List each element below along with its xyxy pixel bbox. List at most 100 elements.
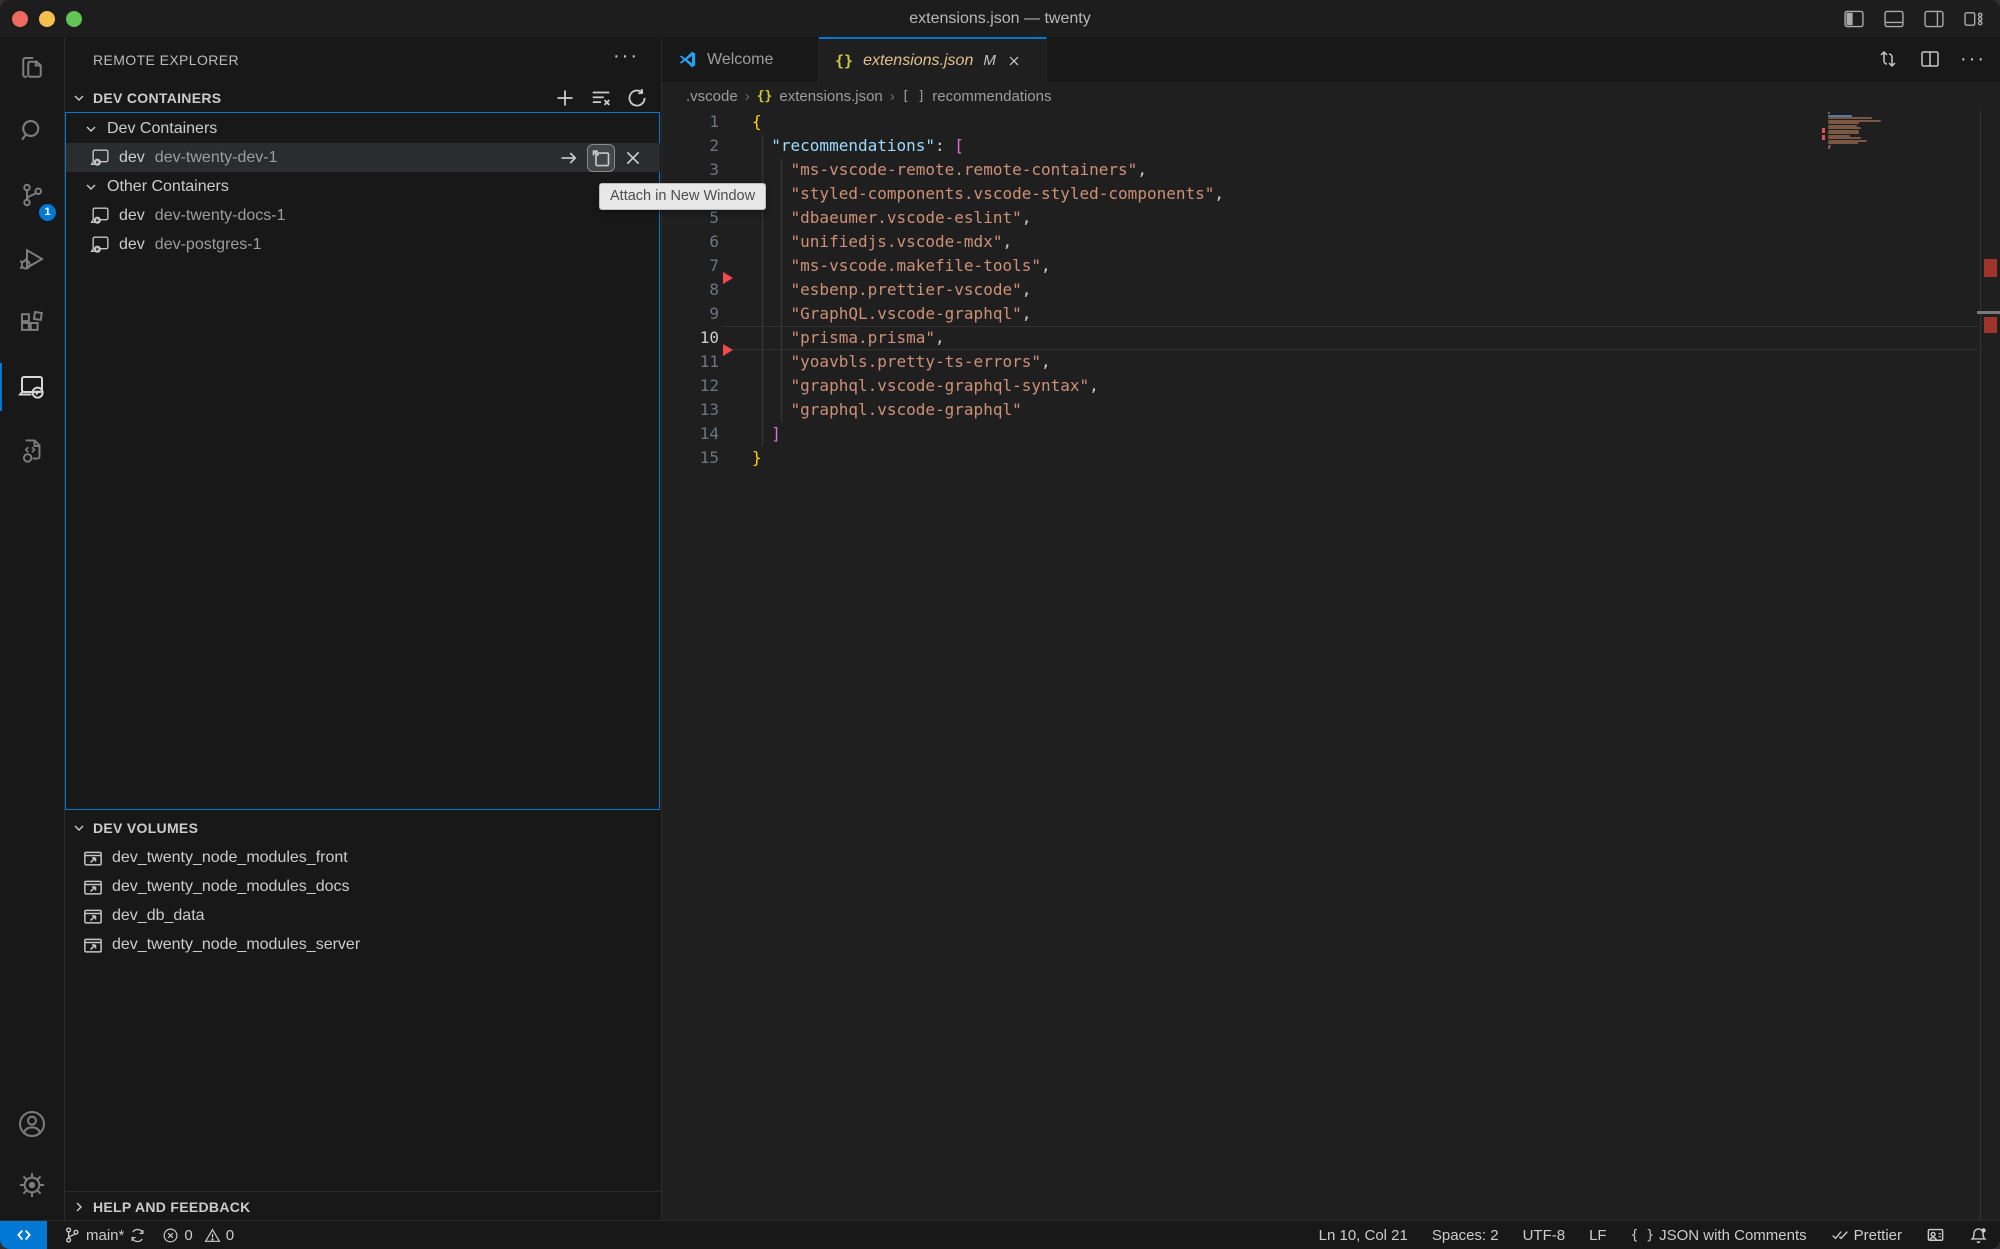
explorer-icon[interactable] <box>0 40 64 96</box>
code-line[interactable]: } <box>752 446 1224 470</box>
line-number[interactable]: 12 <box>662 374 719 398</box>
remote-explorer-icon[interactable] <box>0 359 64 415</box>
line-number[interactable]: 1 <box>662 110 719 134</box>
deleted-lines-marker[interactable] <box>723 344 733 356</box>
volume-icon <box>83 877 103 897</box>
line-number[interactable]: 9 <box>662 302 719 326</box>
breadcrumb-symbol[interactable]: recommendations <box>932 88 1051 105</box>
feedback-icon[interactable] <box>1926 1226 1945 1245</box>
line-number[interactable]: 13 <box>662 398 719 422</box>
array-symbol-icon: [ ] <box>902 89 925 104</box>
tree-group-dev-containers[interactable]: Dev Containers <box>66 114 660 143</box>
toggle-sidebar-left-icon[interactable] <box>1842 7 1866 31</box>
open-changes-icon[interactable] <box>1876 47 1900 71</box>
line-number[interactable]: 8 <box>662 278 719 302</box>
code-line[interactable]: "GraphQL.vscode-graphql", <box>752 302 1224 326</box>
refresh-icon[interactable] <box>625 86 649 110</box>
containers-config-icon[interactable] <box>0 423 64 479</box>
container-icon <box>90 147 111 168</box>
branch-status-item[interactable]: main* <box>63 1226 146 1244</box>
line-number[interactable]: 6 <box>662 230 719 254</box>
line-number[interactable]: 11 <box>662 350 719 374</box>
code-line[interactable]: "recommendations": [ <box>752 134 1224 158</box>
tree-group-other-containers[interactable]: Other Containers <box>66 172 660 201</box>
clear-filter-icon[interactable] <box>589 86 613 110</box>
deleted-lines-marker[interactable] <box>723 272 733 284</box>
line-number[interactable]: 7 <box>662 254 719 278</box>
dev-volumes-section-header[interactable]: DEV VOLUMES <box>65 814 661 842</box>
add-container-icon[interactable] <box>553 86 577 110</box>
container-row-dev-twenty-dev-1[interactable]: dev dev-twenty-dev-1 <box>66 143 660 172</box>
volume-row[interactable]: dev_twenty_node_modules_docs <box>65 872 660 901</box>
dev-containers-section-header[interactable]: DEV CONTAINERS <box>65 84 661 112</box>
code-lines: { "recommendations": [ "ms-vscode-remote… <box>752 110 1224 470</box>
code-line[interactable]: "dbaeumer.vscode-eslint", <box>752 206 1224 230</box>
breadcrumb[interactable]: .vscode › {} extensions.json › [ ] recom… <box>662 82 2000 110</box>
activity-bar: 1 <box>0 37 65 1221</box>
line-number[interactable]: 10 <box>662 326 719 350</box>
extensions-icon[interactable] <box>0 295 64 351</box>
attach-new-window-icon[interactable] <box>588 145 614 171</box>
line-number[interactable]: 2 <box>662 134 719 158</box>
code-line[interactable]: "graphql.vscode-graphql-syntax", <box>752 374 1224 398</box>
code-line[interactable]: "prisma.prisma", <box>752 326 1224 350</box>
volume-icon <box>83 848 103 868</box>
source-control-icon[interactable]: 1 <box>0 167 64 223</box>
code-line[interactable]: "esbenp.prettier-vscode", <box>752 278 1224 302</box>
attach-current-window-icon[interactable] <box>556 145 582 171</box>
more-actions-icon[interactable]: ··· <box>1960 47 1986 71</box>
ruler-deleted-marker <box>1984 259 1997 277</box>
volume-row[interactable]: dev_twenty_node_modules_front <box>65 843 660 872</box>
tab-welcome[interactable]: Welcome <box>662 37 819 82</box>
problems-status-item[interactable]: 0 0 <box>162 1227 234 1244</box>
notifications-bell-icon[interactable] <box>1969 1226 1988 1245</box>
encoding-item[interactable]: UTF-8 <box>1523 1227 1566 1244</box>
container-row-dev-twenty-docs-1[interactable]: dev dev-twenty-docs-1 <box>66 201 660 230</box>
search-icon[interactable] <box>0 103 64 159</box>
split-editor-icon[interactable] <box>1918 47 1942 71</box>
more-actions-icon[interactable]: ··· <box>613 45 639 68</box>
code-line[interactable]: "ms-vscode.makefile-tools", <box>752 254 1224 278</box>
language-mode-item[interactable]: { } JSON with Comments <box>1631 1227 1807 1244</box>
volume-row[interactable]: dev_twenty_node_modules_server <box>65 930 660 959</box>
line-number[interactable]: 3 <box>662 158 719 182</box>
chevron-down-icon <box>71 90 87 106</box>
code-line[interactable]: "unifiedjs.vscode-mdx", <box>752 230 1224 254</box>
indentation-item[interactable]: Spaces: 2 <box>1432 1227 1499 1244</box>
line-number[interactable]: 14 <box>662 422 719 446</box>
line-number[interactable]: 15 <box>662 446 719 470</box>
chevron-down-icon <box>71 820 87 836</box>
status-bar: main* 0 0 Ln 10, Col 21 Spaces: 2 UTF-8 … <box>0 1220 2000 1249</box>
volume-row[interactable]: dev_db_data <box>65 901 660 930</box>
code-line[interactable]: "yoavbls.pretty-ts-errors", <box>752 350 1224 374</box>
run-debug-icon[interactable] <box>0 231 64 287</box>
close-tab-icon[interactable] <box>1006 53 1022 69</box>
breadcrumb-folder[interactable]: .vscode <box>686 88 738 105</box>
stop-container-icon[interactable] <box>620 145 646 171</box>
customize-layout-icon[interactable] <box>1962 7 1986 31</box>
container-icon <box>90 205 111 226</box>
chevron-down-icon <box>83 121 99 137</box>
eol-item[interactable]: LF <box>1589 1227 1607 1244</box>
title-bar: extensions.json — twenty <box>0 0 2000 38</box>
minimap-line <box>1828 132 1859 134</box>
code-editor[interactable]: 123456789101112131415 { "recommendations… <box>662 110 2000 1221</box>
code-line[interactable]: "styled-components.vscode-styled-compone… <box>752 182 1224 206</box>
container-row-dev-postgres-1[interactable]: dev dev-postgres-1 <box>66 230 660 259</box>
breadcrumb-file[interactable]: extensions.json <box>779 88 882 105</box>
tab-extensions-json[interactable]: {} extensions.json M <box>819 37 1047 82</box>
settings-gear-icon[interactable] <box>0 1157 64 1213</box>
formatter-item[interactable]: Prettier <box>1831 1226 1902 1244</box>
toggle-sidebar-right-icon[interactable] <box>1922 7 1946 31</box>
account-icon[interactable] <box>0 1096 64 1152</box>
remote-indicator[interactable] <box>0 1221 47 1249</box>
code-line[interactable]: ] <box>752 422 1224 446</box>
help-and-feedback-header[interactable]: HELP AND FEEDBACK <box>65 1191 661 1221</box>
code-line[interactable]: "graphql.vscode-graphql" <box>752 398 1224 422</box>
code-line[interactable]: "ms-vscode-remote.remote-containers", <box>752 158 1224 182</box>
toggle-panel-bottom-icon[interactable] <box>1882 7 1906 31</box>
minimap-line <box>1828 122 1859 124</box>
code-line[interactable]: { <box>752 110 1224 134</box>
overview-ruler[interactable] <box>1980 110 2000 1221</box>
cursor-position-item[interactable]: Ln 10, Col 21 <box>1319 1227 1408 1244</box>
